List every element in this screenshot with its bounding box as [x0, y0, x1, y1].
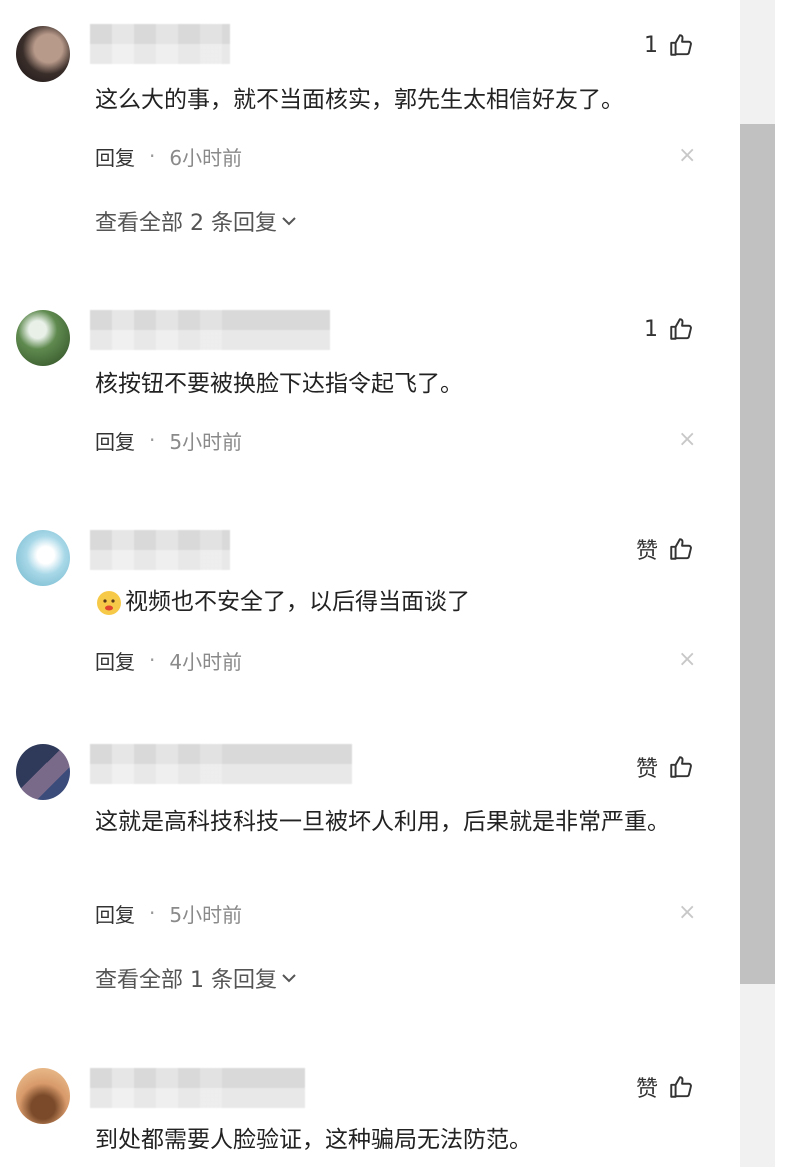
comment-text-wrapper: 视频也不安全了，以后得当面谈了 — [95, 584, 695, 620]
scrollbar[interactable] — [740, 0, 775, 1167]
comment-meta: 回复 · 5小时前 × — [95, 425, 696, 455]
separator: · — [149, 428, 156, 452]
avatar[interactable] — [16, 530, 70, 586]
reply-button[interactable]: 回复 — [95, 426, 135, 455]
username-blurred[interactable] — [90, 310, 330, 350]
thumbs-up-icon — [670, 1076, 692, 1098]
timestamp: 5小时前 — [169, 429, 243, 454]
comment-text: 到处都需要人脸验证，这种骗局无法防范。 — [95, 1127, 532, 1153]
like-count: 赞 — [635, 539, 658, 564]
reply-button[interactable]: 回复 — [95, 899, 135, 928]
like-button[interactable]: 赞 — [636, 1072, 694, 1102]
view-replies-button[interactable]: 查看全部 2 条回复 — [95, 204, 297, 238]
like-button[interactable]: 赞 — [636, 752, 694, 782]
comment-meta: 回复 · 4小时前 × — [95, 645, 696, 675]
separator: · — [149, 144, 156, 168]
comment-text: 这么大的事，就不当面核实，郭先生太相信好友了。 — [95, 87, 624, 113]
comment-text: 这就是高科技科技一旦被坏人利用，后果就是非常严重。 — [95, 809, 670, 835]
avatar[interactable] — [16, 1068, 70, 1124]
like-button[interactable]: 1 — [644, 314, 694, 344]
separator: · — [149, 648, 156, 672]
scrollbar-thumb[interactable] — [740, 124, 775, 984]
reply-button[interactable]: 回复 — [95, 646, 135, 675]
avatar[interactable] — [16, 310, 70, 366]
close-icon[interactable]: × — [678, 645, 696, 675]
avatar[interactable] — [16, 744, 70, 800]
separator: · — [149, 901, 156, 925]
face-emoji-icon — [97, 590, 121, 615]
chevron-down-icon — [282, 974, 296, 983]
view-replies-label: 查看全部 2 条回复 — [95, 211, 277, 236]
comment-meta: 回复 · 5小时前 × — [95, 898, 696, 928]
like-button[interactable]: 赞 — [636, 534, 694, 564]
timestamp: 6小时前 — [169, 145, 243, 170]
thumbs-up-icon — [670, 34, 692, 56]
timestamp: 5小时前 — [169, 902, 243, 927]
thumbs-up-icon — [670, 538, 692, 560]
comment-meta: 回复 · 6小时前 × — [95, 141, 696, 171]
like-count: 赞 — [635, 757, 658, 782]
comment-list: 1 这么大的事，就不当面核实，郭先生太相信好友了。 回复 · 6小时前 × 查看… — [0, 0, 740, 1167]
view-replies-button[interactable]: 查看全部 1 条回复 — [95, 961, 297, 995]
reply-button[interactable]: 回复 — [95, 142, 135, 171]
close-icon[interactable]: × — [678, 898, 696, 928]
like-count: 1 — [644, 32, 658, 58]
thumbs-up-icon — [670, 756, 692, 778]
timestamp: 4小时前 — [169, 649, 243, 674]
page-margin — [775, 0, 809, 1167]
chevron-down-icon — [282, 217, 296, 226]
username-blurred[interactable] — [90, 744, 352, 784]
comment-text: 核按钮不要被换脸下达指令起飞了。 — [95, 371, 463, 397]
like-button[interactable]: 1 — [644, 30, 694, 60]
view-replies-label: 查看全部 1 条回复 — [95, 968, 277, 993]
comment-text: 视频也不安全了，以后得当面谈了 — [125, 589, 470, 615]
username-blurred[interactable] — [90, 24, 230, 64]
username-blurred[interactable] — [90, 530, 230, 570]
avatar[interactable] — [16, 26, 70, 82]
username-blurred[interactable] — [90, 1068, 305, 1108]
like-count: 赞 — [635, 1077, 658, 1102]
close-icon[interactable]: × — [678, 141, 696, 171]
thumbs-up-icon — [670, 318, 692, 340]
close-icon[interactable]: × — [678, 425, 696, 455]
like-count: 1 — [644, 316, 658, 342]
